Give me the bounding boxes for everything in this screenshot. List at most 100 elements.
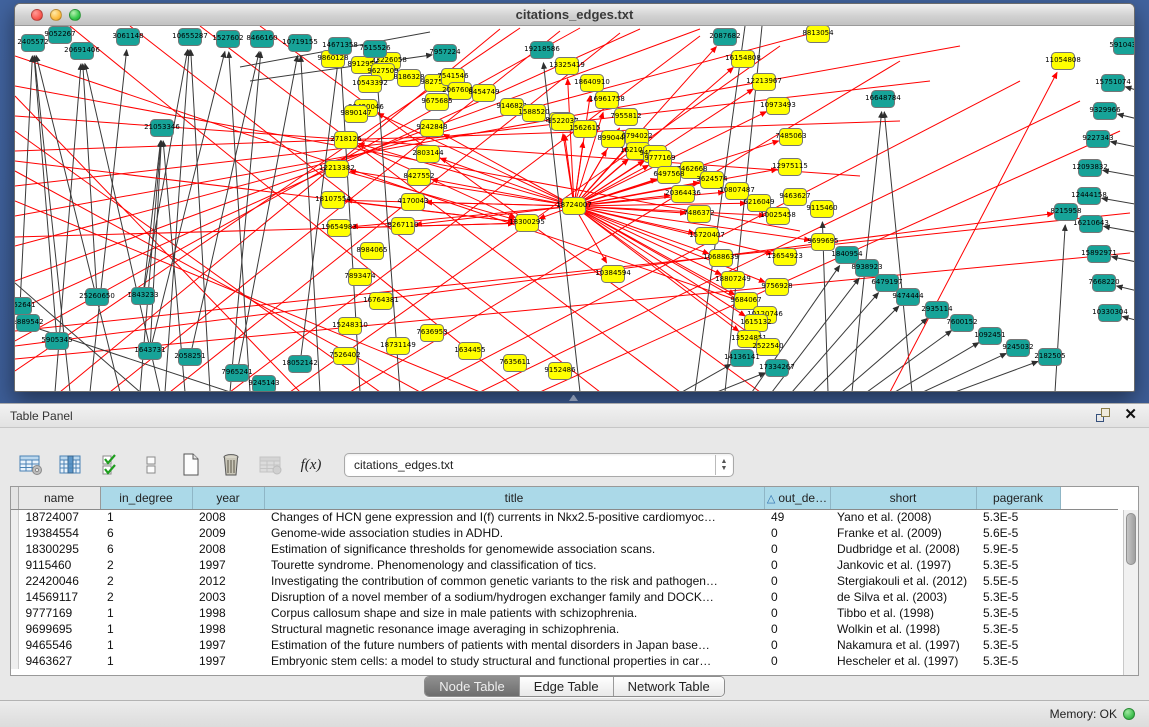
cell-title[interactable]: Tourette syndrome. Phenomenology and cla…	[264, 557, 764, 573]
cell-in_degree[interactable]: 6	[100, 541, 192, 557]
graph-node[interactable]: 8813054	[802, 26, 834, 43]
table-selector-dropdown[interactable]: citations_edges.txt ▲▼	[344, 453, 734, 477]
graph-node[interactable]: 1889542	[15, 315, 44, 332]
graph-node[interactable]: 9245032	[1002, 340, 1033, 357]
cell-year[interactable]: 2008	[192, 509, 264, 525]
cell-year[interactable]: 2009	[192, 525, 264, 541]
column-header-name[interactable]: name	[18, 487, 100, 509]
cell-name[interactable]: 18300295	[18, 541, 100, 557]
graph-node[interactable]: 10655287	[172, 29, 208, 46]
graph-node[interactable]: 9227343	[1082, 131, 1113, 148]
graph-node[interactable]: 16648784	[865, 91, 901, 108]
cell-in_degree[interactable]: 6	[100, 525, 192, 541]
cell-title[interactable]: Genome-wide association studies in ADHD.	[264, 525, 764, 541]
table-row[interactable]: 969969511998Structural magnetic resonanc…	[11, 621, 1118, 637]
graph-node[interactable]: 9245143	[248, 376, 279, 392]
network-canvas[interactable]: 1872400798601288912954232260589627509105…	[15, 26, 1134, 391]
tab-network-table[interactable]: Network Table	[614, 677, 724, 696]
column-header-pagerank[interactable]: pagerank	[976, 487, 1060, 509]
graph-node[interactable]: 7526402	[329, 348, 360, 365]
graph-edge[interactable]	[165, 50, 189, 391]
graph-node[interactable]: 13325419	[549, 58, 585, 75]
graph-node[interactable]: 1562615	[569, 121, 600, 138]
column-header-short[interactable]: short	[830, 487, 976, 509]
new-table-icon[interactable]	[176, 450, 206, 480]
graph-edge[interactable]	[1112, 257, 1134, 264]
graph-node[interactable]: 7600152	[946, 315, 977, 332]
select-all-icon[interactable]	[96, 450, 126, 480]
cell-short[interactable]: Wolkin et al. (1998)	[830, 621, 976, 637]
cell-name[interactable]: 9465546	[18, 637, 100, 653]
graph-node[interactable]: 9115460	[806, 201, 837, 218]
graph-node[interactable]: 6497568	[653, 167, 684, 184]
panel-splitter-handle[interactable]	[569, 395, 578, 401]
network-graph[interactable]: 1872400798601288912954232260589627509105…	[15, 26, 1134, 391]
graph-node[interactable]: 7485063	[775, 129, 806, 146]
graph-node[interactable]: 9329966	[1089, 103, 1121, 120]
graph-edge[interactable]	[301, 56, 320, 391]
cell-out_degree[interactable]: 0	[764, 589, 830, 605]
table-row[interactable]: 977716911998Corpus callosum shape and si…	[11, 605, 1118, 621]
graph-node[interactable]: 14136141	[724, 350, 760, 367]
graph-node[interactable]: 8427552	[403, 169, 434, 186]
table-row[interactable]: 1456911722003Disruption of a novel membe…	[11, 589, 1118, 605]
cell-in_degree[interactable]: 1	[100, 605, 192, 621]
graph-edge[interactable]	[923, 353, 1006, 391]
graph-node[interactable]: 5905345	[41, 333, 72, 350]
graph-node[interactable]: 4170043	[397, 194, 428, 211]
graph-edge[interactable]	[1055, 225, 1065, 391]
table-row[interactable]: 1872400712008Changes of HCN gene express…	[11, 509, 1118, 525]
graph-node[interactable]: 8267110	[387, 218, 418, 235]
graph-node[interactable]: 2087682	[709, 29, 740, 46]
cell-out_degree[interactable]: 0	[764, 573, 830, 589]
graph-node[interactable]: 7486372	[683, 206, 714, 223]
graph-edge[interactable]	[143, 50, 188, 296]
cell-short[interactable]: Dudbridge et al. (2008)	[830, 541, 976, 557]
graph-node[interactable]: 10384594	[595, 266, 631, 283]
graph-node[interactable]: 18731149	[380, 338, 416, 355]
graph-edge[interactable]	[440, 158, 574, 206]
graph-edge[interactable]	[1118, 114, 1134, 121]
cell-out_degree[interactable]: 0	[764, 557, 830, 573]
graph-node[interactable]: 7636953	[416, 325, 447, 342]
graph-node[interactable]: 9699695	[807, 234, 838, 251]
graph-node[interactable]: 18807249	[715, 272, 751, 289]
cell-name[interactable]: 9115460	[18, 557, 100, 573]
graph-node[interactable]: 12213967	[746, 74, 782, 91]
graph-edge[interactable]	[150, 52, 225, 351]
graph-node[interactable]: 8215958	[1050, 204, 1081, 221]
graph-node[interactable]: 7893474	[344, 269, 376, 286]
cell-pagerank[interactable]: 5.3E-5	[976, 637, 1060, 653]
graph-node[interactable]: 5910434	[1109, 38, 1134, 55]
graph-node[interactable]: 18107554	[315, 192, 351, 209]
graph-node[interactable]: 8984065	[356, 243, 387, 260]
cell-short[interactable]: de Silva et al. (2003)	[830, 589, 976, 605]
graph-edge[interactable]	[682, 364, 731, 391]
graph-edge[interactable]	[15, 253, 1130, 359]
graph-edge[interactable]	[350, 171, 574, 206]
graph-node[interactable]: 21053346	[144, 120, 180, 137]
graph-edge[interactable]	[1102, 198, 1134, 206]
function-builder-icon[interactable]: f(x)	[296, 450, 326, 480]
graph-edge[interactable]	[143, 141, 161, 296]
graph-node[interactable]: 8454749	[468, 85, 499, 102]
tab-edge-table[interactable]: Edge Table	[520, 677, 614, 696]
cell-pagerank[interactable]: 5.3E-5	[976, 621, 1060, 637]
table-row[interactable]: 946554611997Estimation of the future num…	[11, 637, 1118, 653]
cell-pagerank[interactable]: 5.9E-5	[976, 541, 1060, 557]
table-row[interactable]: 911546021997Tourette syndrome. Phenomeno…	[11, 557, 1118, 573]
cell-title[interactable]: Embryonic stem cells: a model to study s…	[264, 653, 764, 669]
column-header-title[interactable]: title	[264, 487, 764, 509]
column-header-year[interactable]: year	[192, 487, 264, 509]
graph-node[interactable]: 9890147	[340, 106, 371, 123]
cell-in_degree[interactable]: 1	[100, 509, 192, 525]
cell-in_degree[interactable]: 2	[100, 573, 192, 589]
cell-short[interactable]: Jankovic et al. (1997)	[830, 557, 976, 573]
graph-node[interactable]: 20691406	[64, 43, 100, 60]
graph-edge[interactable]	[229, 52, 250, 391]
cell-title[interactable]: Estimation of the future numbers of pati…	[264, 637, 764, 653]
dropdown-stepper-icon[interactable]: ▲▼	[715, 455, 732, 475]
cell-pagerank[interactable]: 5.3E-5	[976, 509, 1060, 525]
graph-edge[interactable]	[20, 56, 32, 306]
cell-title[interactable]: Corpus callosum shape and size in male p…	[264, 605, 764, 621]
